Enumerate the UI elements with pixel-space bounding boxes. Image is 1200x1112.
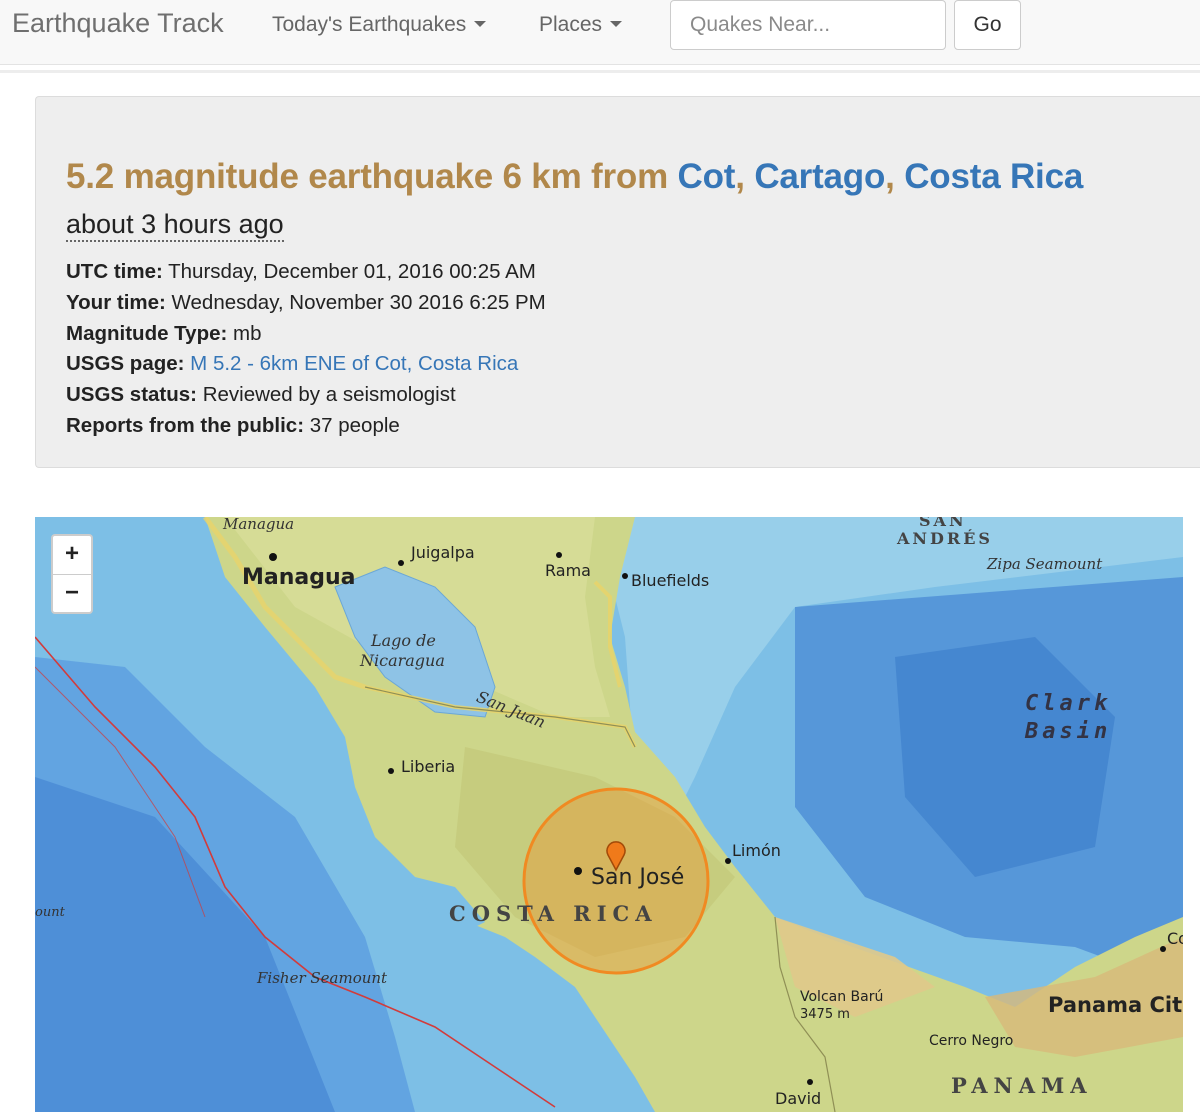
public-reports-row: Reports from the public: 37 people xyxy=(66,411,546,442)
map-label-co: Co xyxy=(1167,929,1183,948)
map-label-clark: Clark xyxy=(1025,691,1112,716)
quake-info-panel: 5.2 magnitude earthquake 6 km from Cot, … xyxy=(35,96,1200,468)
map-label-nicaragua: Nicaragua xyxy=(360,651,445,670)
detail-value: mb xyxy=(227,321,262,345)
detail-label: Magnitude Type: xyxy=(66,321,228,345)
limon-dot-icon xyxy=(725,858,731,864)
todays-earthquakes-dropdown[interactable]: Today's Earthquakes xyxy=(272,13,487,37)
detail-value: Reviewed by a seismologist xyxy=(197,383,456,407)
place-link[interactable]: Cot xyxy=(678,157,736,196)
places-label: Places xyxy=(539,13,603,36)
map-label-bluefields: Bluefields xyxy=(631,571,710,590)
detail-label: USGS page: xyxy=(66,352,185,376)
map-label-managua: Managua xyxy=(242,565,356,590)
map-label-andres: ANDRÉS xyxy=(897,529,993,548)
detail-value: Thursday, December 01, 2016 00:25 AM xyxy=(162,260,536,283)
map-label-seamount-edge: ount xyxy=(35,905,65,920)
quakes-near-search-input[interactable] xyxy=(670,0,946,50)
map-label-basin: Basin xyxy=(1025,719,1112,744)
detail-label: USGS status: xyxy=(66,383,197,407)
todays-earthquakes-label: Today's Earthquakes xyxy=(272,13,467,36)
map-label-cerro-negro: Cerro Negro xyxy=(929,1033,1014,1049)
managua-capital-icon xyxy=(269,553,277,561)
detail-label: Reports from the public: xyxy=(66,413,305,437)
country-link[interactable]: Costa Rica xyxy=(904,157,1083,196)
usgs-page-link[interactable]: M 5.2 - 6km ENE of Cot, Costa Rica xyxy=(190,352,518,375)
headline-sep: , xyxy=(885,157,905,196)
map-label-limon: Limón xyxy=(732,841,781,860)
brand-link[interactable]: Earthquake Track xyxy=(12,8,224,39)
map-label-san-jose: San José xyxy=(591,865,685,890)
navbar: Earthquake Track Today's Earthquakes Pla… xyxy=(0,0,1200,65)
quake-headline: 5.2 magnitude earthquake 6 km from Cot, … xyxy=(66,157,1083,197)
headline-prefix: 5.2 magnitude earthquake 6 km from xyxy=(66,157,678,196)
utc-time-row: UTC time: Thursday, December 01, 2016 00… xyxy=(66,257,546,288)
map-label-fisher-seamount: Fisher Seamount xyxy=(257,969,388,987)
rama-dot-icon xyxy=(556,552,562,558)
usgs-status-row: USGS status: Reviewed by a seismologist xyxy=(66,380,546,411)
map-label-rama: Rama xyxy=(545,561,591,580)
zoom-in-button[interactable]: + xyxy=(53,536,91,575)
navbar-divider xyxy=(0,70,1200,73)
zoom-control: + − xyxy=(51,534,93,614)
david-dot-icon xyxy=(807,1079,813,1085)
city-dot-icon xyxy=(1160,946,1166,952)
usgs-page-row: USGS page: M 5.2 - 6km ENE of Cot, Costa… xyxy=(66,349,546,380)
map-label-lago-de: Lago de xyxy=(371,631,436,650)
quake-details: UTC time: Thursday, December 01, 2016 00… xyxy=(66,257,546,442)
caret-down-icon xyxy=(610,21,623,27)
detail-value: 37 people xyxy=(304,413,400,437)
map-label-managua-small: Managua xyxy=(223,517,295,533)
map-label-liberia: Liberia xyxy=(401,757,456,776)
map-label-costa-rica: COSTA RICA xyxy=(449,901,658,926)
go-button[interactable]: Go xyxy=(954,0,1021,50)
san-jose-capital-icon xyxy=(574,867,582,875)
magnitude-type-row: Magnitude Type: mb xyxy=(66,319,546,350)
time-ago: about 3 hours ago xyxy=(66,209,284,242)
zoom-out-button[interactable]: − xyxy=(53,575,91,613)
map-tiles xyxy=(35,517,1183,1112)
detail-label: Your time: xyxy=(66,290,166,314)
your-time-row: Your time: Wednesday, November 30 2016 6… xyxy=(66,288,546,319)
map-label-panama-city: Panama Cit xyxy=(1048,993,1183,1017)
bluefields-dot-icon xyxy=(622,573,628,579)
detail-value: Wednesday, November 30 2016 6:25 PM xyxy=(165,290,546,314)
map-label-panama: PANAMA xyxy=(951,1073,1093,1098)
map-label-volcan-baru: Volcan Barú xyxy=(800,989,884,1005)
places-dropdown[interactable]: Places xyxy=(539,13,623,37)
map-label-elevation: 3475 m xyxy=(800,1007,850,1022)
liberia-dot-icon xyxy=(388,768,394,774)
map-label-david: David xyxy=(775,1089,822,1108)
region-link[interactable]: Cartago xyxy=(754,157,885,196)
caret-down-icon xyxy=(474,21,487,27)
detail-label: UTC time: xyxy=(66,260,163,283)
map-label-juigalpa: Juigalpa xyxy=(411,543,475,562)
map-label-zipa-seamount: Zipa Seamount xyxy=(987,555,1103,573)
juigalpa-dot-icon xyxy=(398,560,404,566)
quake-map[interactable]: Managua Managua Juigalpa Rama Bluefields… xyxy=(35,517,1183,1112)
headline-sep: , xyxy=(735,157,755,196)
